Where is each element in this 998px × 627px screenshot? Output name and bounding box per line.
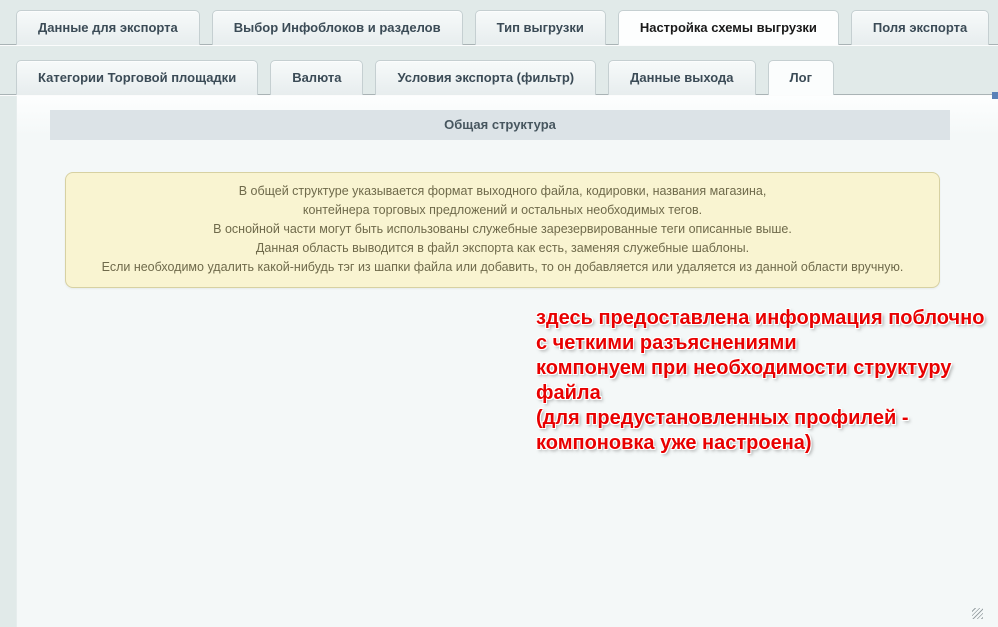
info-box-line: В общей структуре указывается формат вых… (84, 182, 921, 201)
primary-tab-bar: Данные для экспорта Выбор Инфоблоков и р… (16, 10, 989, 45)
tab-usloviya-eksporta-filtr[interactable]: Условия экспорта (фильтр) (375, 60, 596, 95)
tab-valyuta[interactable]: Валюта (270, 60, 363, 95)
info-box-line: Данная область выводится в файл экспорта… (84, 239, 921, 258)
tab-dannye-vykhoda[interactable]: Данные выхода (608, 60, 755, 95)
tab-log[interactable]: Лог (768, 60, 834, 95)
section-header-title: Общая структура (50, 110, 950, 140)
tab-tip-vygruzki[interactable]: Тип выгрузки (475, 10, 606, 45)
clipped-scrollbar-fragment (992, 92, 998, 99)
secondary-tab-bar: Категории Торговой площадки Валюта Услов… (16, 60, 834, 95)
info-box-line: Если необходимо удалить какой-нибудь тэг… (84, 258, 921, 277)
tab-dannye-dlya-eksporta[interactable]: Данные для экспорта (16, 10, 200, 45)
tab-nastroyka-skhemy-vygruzki[interactable]: Настройка схемы выгрузки (618, 10, 839, 45)
content-panel: Общая структура В общей структуре указыв… (16, 96, 998, 627)
textarea-resize-handle[interactable] (972, 608, 983, 619)
tab-vybor-infoblokov[interactable]: Выбор Инфоблоков и разделов (212, 10, 463, 45)
info-box-line: контейнера торговых предложений и осталь… (84, 201, 921, 220)
tab-kategorii-torgovoy-ploshchadki[interactable]: Категории Торговой площадки (16, 60, 258, 95)
info-box-line: В оснойной части могут быть использованы… (84, 220, 921, 239)
info-box: В общей структуре указывается формат вых… (65, 172, 940, 288)
tab-polya-eksporta[interactable]: Поля экспорта (851, 10, 989, 45)
